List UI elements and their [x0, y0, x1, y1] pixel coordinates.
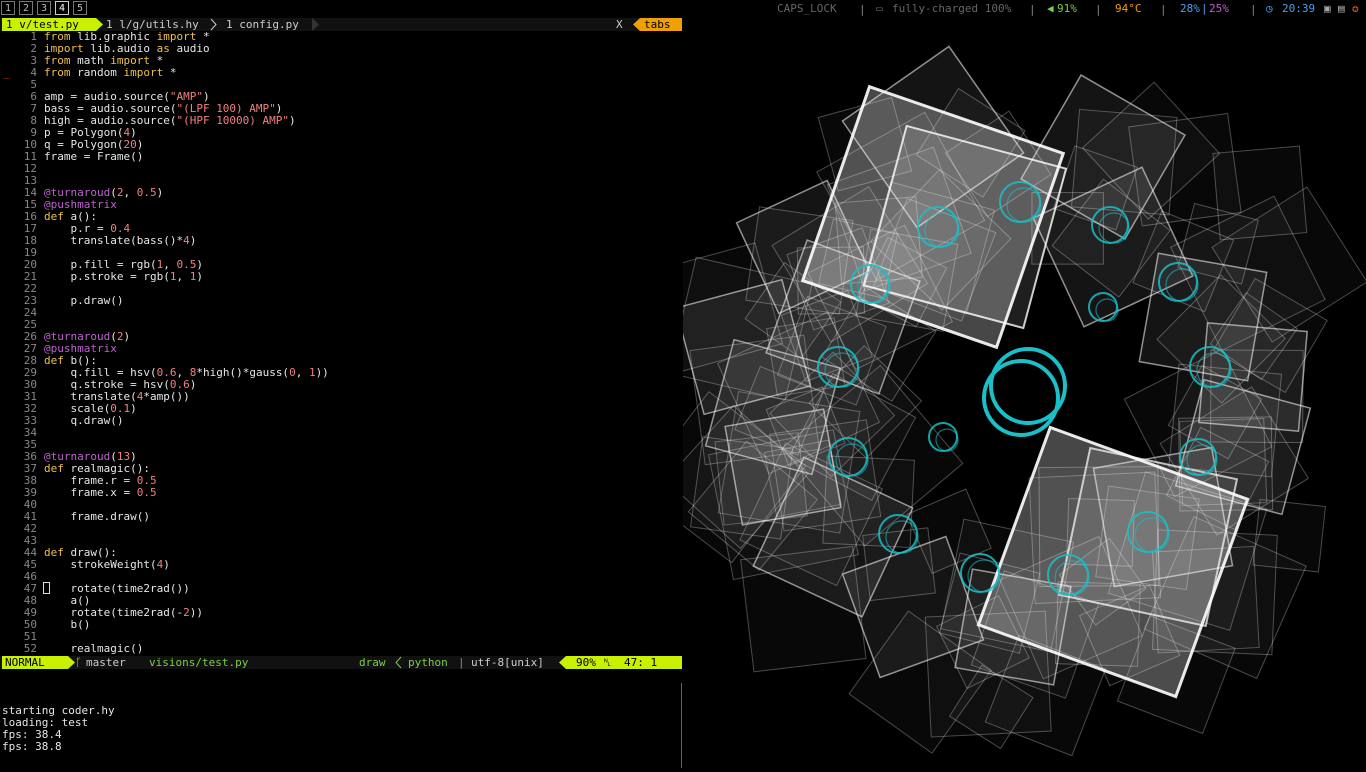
tab-separator-icon: [210, 18, 217, 31]
workspace-4[interactable]: 4: [55, 1, 69, 15]
separator: |: [1095, 3, 1102, 16]
clock-icon: ◷: [1266, 2, 1273, 15]
top-bar: 12345 CAPS_LOCK | ▭ fully-charged 100% |…: [0, 0, 1366, 17]
close-tab-button[interactable]: X: [612, 18, 632, 31]
battery-icon: ▭: [876, 2, 883, 15]
separator: |: [859, 3, 866, 16]
vim-editor[interactable]: 1 v/test.py 1 l/g/utils.hy 1 config.py X…: [0, 17, 682, 669]
error-sign-icon: _: [3, 66, 10, 79]
clock: 20:39: [1282, 2, 1316, 15]
visual-output: [634, 17, 1366, 768]
line-text: strokeWeight(4): [44, 558, 170, 571]
cpu-separator: |: [1201, 2, 1208, 15]
file-encoding: utf-8[unix]: [471, 656, 544, 669]
tray-icon[interactable]: ✪: [1352, 3, 1359, 15]
tabs-arrow-icon: [633, 18, 640, 31]
temperature: 94°C: [1115, 2, 1142, 15]
tab-arrow-icon: [312, 18, 319, 31]
volume-level: 91%: [1057, 2, 1077, 15]
line-text: realmagic(): [44, 642, 144, 655]
git-branch: master: [86, 656, 126, 669]
current-function: draw: [359, 656, 386, 669]
statusline: NORMAL ᚴ master visions/test.py draw pyt…: [0, 656, 682, 669]
line-text: frame = Frame(): [44, 150, 144, 163]
mode-indicator: NORMAL: [2, 656, 68, 669]
line-text: b(): [44, 618, 91, 631]
file-name: visions/test.py: [149, 656, 249, 669]
workspace-1[interactable]: 1: [1, 1, 15, 15]
line-text: p.draw(): [44, 294, 124, 307]
separator: |: [458, 656, 465, 669]
func-separator-icon: [395, 656, 402, 669]
caps-lock-indicator: CAPS_LOCK: [777, 2, 837, 15]
line-text: from random import *: [44, 66, 177, 79]
cpu-usage-2: 25%: [1209, 2, 1229, 15]
line-text: q.draw(): [44, 414, 124, 427]
cursor-position: 47: 1: [624, 656, 658, 669]
line-text: frame.draw(): [44, 510, 150, 523]
tab-config-py[interactable]: 1 config.py: [222, 18, 318, 31]
large-square: [1057, 446, 1239, 628]
line-text: p.stroke = rgb(1, 1): [44, 270, 203, 283]
line-icon: ␤: [603, 656, 612, 669]
separator: |: [1160, 3, 1167, 16]
tray-icon[interactable]: ▣: [1324, 3, 1331, 15]
workspace-5[interactable]: 5: [73, 1, 87, 15]
text-cursor: [43, 582, 50, 594]
generative-art-canvas: [634, 45, 1366, 757]
volume-icon: ◀: [1047, 2, 1054, 15]
tabs-label: tabs: [640, 18, 682, 31]
separator: |: [1250, 3, 1257, 16]
battery-status: fully-charged 100%: [892, 2, 1012, 15]
tray-icon[interactable]: ▤: [1338, 3, 1345, 15]
file-type: python: [408, 656, 448, 669]
workspace-2[interactable]: 2: [19, 1, 33, 15]
separator: |: [1029, 3, 1036, 16]
terminal[interactable]: starting coder.hy loading: test fps: 38.4 f…: [0, 683, 682, 768]
line-text: frame.x = 0.5: [44, 486, 157, 499]
line-number: 52: [23, 642, 37, 655]
percent-arrow-icon: [559, 656, 566, 669]
frame-square: [1198, 322, 1308, 432]
frame-square: [724, 408, 842, 526]
scroll-percent: 90%: [576, 656, 596, 669]
cpu-usage-1: 28%: [1180, 2, 1200, 15]
terminal-line: fps: 38.8: [2, 740, 62, 753]
line-text: translate(bass()*4): [44, 234, 197, 247]
workspace-3[interactable]: 3: [37, 1, 51, 15]
